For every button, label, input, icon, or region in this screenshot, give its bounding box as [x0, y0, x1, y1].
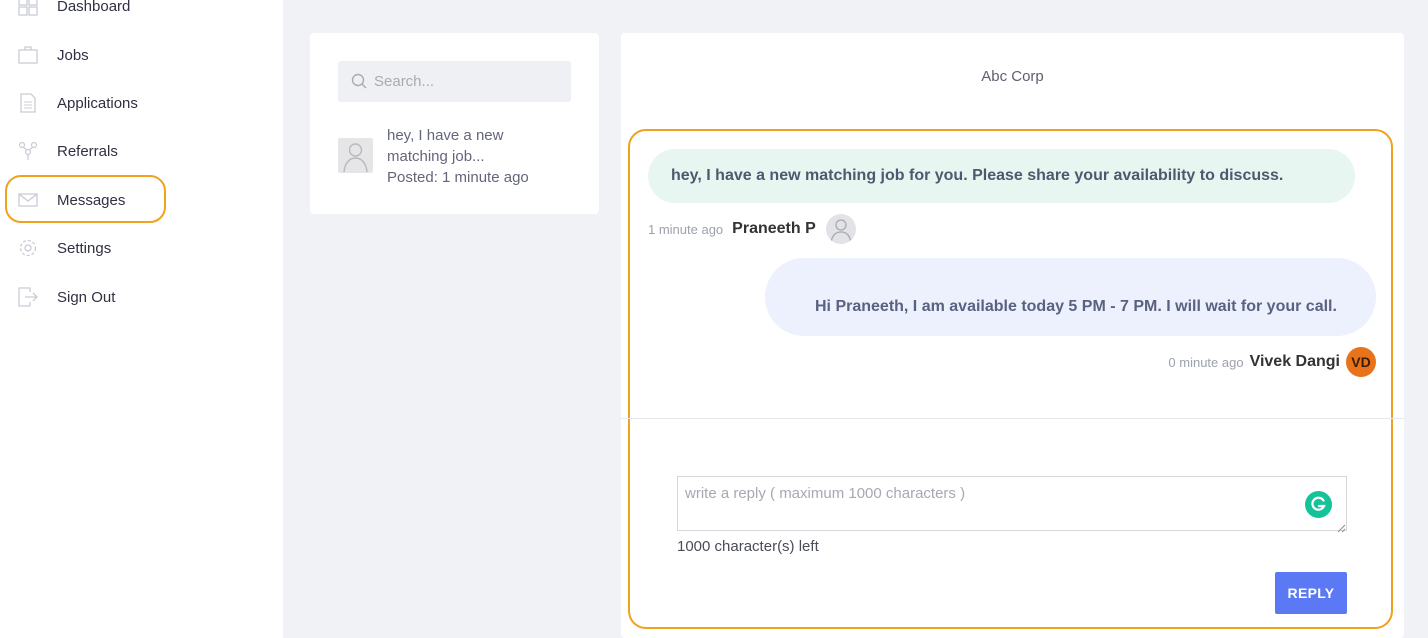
sender-name: Praneeth P: [732, 220, 816, 237]
chat-title: Abc Corp: [981, 68, 1044, 85]
sidebar-item-messages[interactable]: Messages: [0, 180, 283, 220]
conversation-preview-line2: matching job...: [387, 148, 485, 165]
sidebar-item-label: Dashboard: [57, 0, 131, 15]
incoming-message: hey, I have a new matching job for you. …: [648, 149, 1355, 203]
sidebar-item-dashboard[interactable]: Dashboard: [0, 0, 283, 26]
avatar: [825, 214, 856, 244]
sidebar-item-label: Jobs: [57, 46, 89, 64]
envelope-icon: [18, 190, 38, 210]
reply-input[interactable]: [677, 476, 1347, 531]
character-counter: 1000 character(s) left: [677, 538, 819, 555]
search-box: [338, 61, 571, 102]
sidebar: Dashboard Jobs Applications Referrals Me…: [0, 0, 283, 638]
conversation-posted-time: Posted: 1 minute ago: [387, 169, 529, 186]
conversation-preview-line1: hey, I have a new: [387, 127, 504, 144]
sign-out-icon: [18, 287, 38, 307]
sidebar-item-label: Sign Out: [57, 288, 116, 306]
sidebar-item-sign-out[interactable]: Sign Out: [0, 277, 283, 317]
message-time: 1 minute ago: [648, 221, 724, 237]
sidebar-item-label: Referrals: [57, 142, 118, 160]
search-input[interactable]: [374, 61, 564, 102]
sender-name: Vivek Dangi: [1249, 353, 1340, 370]
sidebar-item-label: Messages: [57, 191, 126, 209]
incoming-message-meta: 1 minute ago Praneeth P: [648, 213, 856, 245]
briefcase-icon: [18, 45, 38, 65]
gear-icon: [18, 238, 38, 258]
sidebar-item-referrals[interactable]: Referrals: [0, 131, 283, 171]
grammarly-icon[interactable]: [1305, 491, 1332, 518]
conversation-list: hey, I have a new matching job... Posted…: [310, 33, 599, 214]
search-icon: [351, 73, 367, 94]
document-icon: [18, 93, 38, 113]
chat-panel: Abc Corp hey, I have a new matching job …: [621, 33, 1404, 638]
resize-handle-icon[interactable]: [1337, 520, 1346, 533]
reply-button[interactable]: REPLY: [1275, 572, 1347, 614]
dashboard-icon: [18, 0, 38, 16]
sidebar-item-settings[interactable]: Settings: [0, 228, 283, 268]
avatar: [338, 138, 373, 173]
conversation-preview: hey, I have a new matching job... Posted…: [387, 125, 577, 188]
divider: [621, 418, 1404, 419]
outgoing-message: Hi Praneeth, I am available today 5 PM -…: [765, 258, 1376, 336]
sidebar-item-label: Applications: [57, 94, 138, 112]
outgoing-message-meta: 0 minute ago Vivek Dangi VD: [1168, 346, 1376, 378]
message-time: 0 minute ago: [1168, 354, 1244, 370]
conversation-item[interactable]: hey, I have a new matching job... Posted…: [338, 125, 578, 188]
referral-icon: [18, 141, 38, 161]
sidebar-item-applications[interactable]: Applications: [0, 83, 283, 123]
avatar: VD: [1346, 347, 1376, 377]
sidebar-item-label: Settings: [57, 239, 112, 257]
sidebar-item-jobs[interactable]: Jobs: [0, 35, 283, 75]
